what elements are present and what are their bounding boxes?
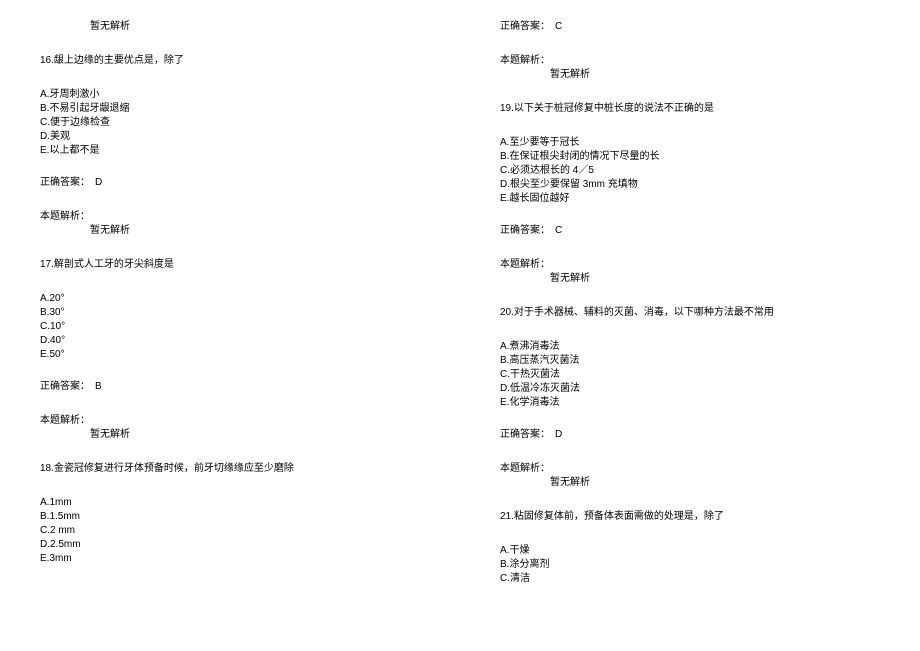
analysis-top-text: 暂无解析: [460, 68, 920, 82]
q17-analysis-label: 本题解析：: [0, 414, 460, 428]
q18-stem: 18.金瓷冠修复进行牙体预备时候，前牙切缘缘应至少磨除: [0, 462, 460, 476]
q16-optA: A.牙周刺激小: [0, 88, 460, 102]
analysis-top-label: 本题解析：: [460, 54, 920, 68]
q16-analysis-text: 暂无解析: [0, 224, 460, 238]
q16-optC: C.便于边缘检查: [0, 116, 460, 130]
q16-answer: 正确答案： D: [0, 176, 460, 190]
q20-analysis-label: 本题解析：: [460, 462, 920, 476]
answer-top: 正确答案： C: [460, 20, 920, 34]
q18-optB: B.1.5mm: [0, 510, 460, 524]
q20-optE: E.化学消毒法: [460, 396, 920, 410]
q17-stem: 17.解剖式人工牙的牙尖斜度是: [0, 258, 460, 272]
q21-stem: 21.粘固修复体前，预备体表面需做的处理是，除了: [460, 510, 920, 524]
q16-stem: 16.龈上边缘的主要优点是，除了: [0, 54, 460, 68]
q19-analysis-label: 本题解析：: [460, 258, 920, 272]
q19-optD: D.根尖至少要保留 3mm 充填物: [460, 178, 920, 192]
q20-optC: C.干热灭菌法: [460, 368, 920, 382]
right-column: 正确答案： C 本题解析： 暂无解析 19.以下关于桩冠修复中桩长度的说法不正确…: [460, 0, 920, 651]
q20-stem: 20.对于手术器械、辅料的灭菌、消毒，以下哪种方法最不常用: [460, 306, 920, 320]
q21-optB: B.涂分离剂: [460, 558, 920, 572]
q17-optE: E.50°: [0, 348, 460, 362]
q20-answer: 正确答案： D: [460, 428, 920, 442]
q19-optE: E.越长固位越好: [460, 192, 920, 206]
q18-optA: A.1mm: [0, 496, 460, 510]
q21-optC: C.清洁: [460, 572, 920, 586]
q18-optD: D.2.5mm: [0, 538, 460, 552]
q17-optB: B.30°: [0, 306, 460, 320]
q19-answer: 正确答案： C: [460, 224, 920, 238]
q16-optE: E.以上都不是: [0, 144, 460, 158]
q19-optA: A.至少要等于冠长: [460, 136, 920, 150]
no-analysis-text: 暂无解析: [0, 20, 460, 34]
q17-answer: 正确答案： B: [0, 380, 460, 394]
q16-analysis-label: 本题解析：: [0, 210, 460, 224]
q20-optA: A.煮沸消毒法: [460, 340, 920, 354]
q19-optC: C.必须达根长的 4／5: [460, 164, 920, 178]
q18-optE: E.3mm: [0, 552, 460, 566]
q20-optB: B.高压蒸汽灭菌法: [460, 354, 920, 368]
q21-optA: A.干燥: [460, 544, 920, 558]
q17-optD: D.40°: [0, 334, 460, 348]
q16-optD: D.美观: [0, 130, 460, 144]
q20-analysis-text: 暂无解析: [460, 476, 920, 490]
q17-optA: A.20°: [0, 292, 460, 306]
q18-optC: C.2 mm: [0, 524, 460, 538]
q20-optD: D.低温冷冻灭菌法: [460, 382, 920, 396]
q19-analysis-text: 暂无解析: [460, 272, 920, 286]
q16-optB: B.不易引起牙龈退缩: [0, 102, 460, 116]
q17-analysis-text: 暂无解析: [0, 428, 460, 442]
q19-optB: B.在保证根尖封闭的情况下尽量的长: [460, 150, 920, 164]
q17-optC: C.10°: [0, 320, 460, 334]
q19-stem: 19.以下关于桩冠修复中桩长度的说法不正确的是: [460, 102, 920, 116]
left-column: 暂无解析 16.龈上边缘的主要优点是，除了 A.牙周刺激小 B.不易引起牙龈退缩…: [0, 0, 460, 651]
